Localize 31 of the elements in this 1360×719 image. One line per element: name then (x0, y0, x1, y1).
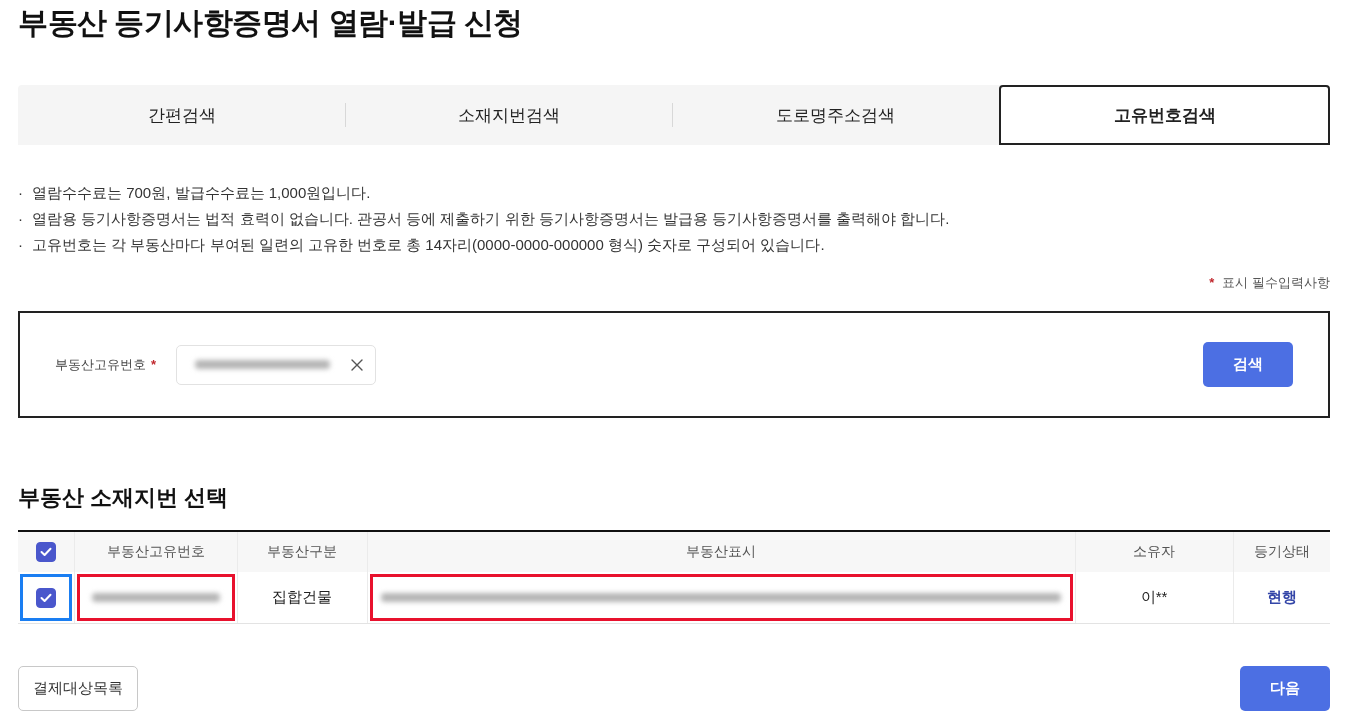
table-cell: 집합건물 (237, 572, 367, 624)
status-link[interactable]: 현행 (1266, 588, 1297, 605)
select-all-checkbox[interactable] (35, 542, 56, 562)
required-mark: * (1209, 274, 1215, 292)
check-icon (39, 592, 52, 603)
payment-list-button[interactable]: 결제대상목록 (18, 666, 138, 711)
legend-text: 표시 필수입력사항 (1222, 274, 1330, 292)
note-text: 고유번호는 각 부동산마다 부여된 일련의 고유한 번호로 총 14자리(0000-0000-000000 형식) 숫자로 구성되어 있습니다. (32, 235, 825, 255)
table-cell: 이** (1075, 572, 1233, 624)
bullet-mark: · (18, 235, 24, 255)
input-field[interactable] (176, 344, 377, 385)
bullet-mark: · (18, 209, 24, 229)
next-button[interactable]: 다음 (1240, 666, 1330, 711)
tab[interactable]: 고유번호검색 (999, 85, 1330, 145)
search-button[interactable]: 검색 (1203, 342, 1293, 387)
checkbox[interactable] (35, 587, 56, 608)
column-header: 부동산고유번호 (74, 531, 237, 572)
clear-icon[interactable] (351, 358, 364, 371)
page-title: 부동산 등기사항증명서 열람·발급 신청 (18, 5, 524, 41)
field-label: 부동산고유번호 (55, 355, 146, 374)
column-header: 부동산구분 (237, 531, 367, 572)
bullet-mark: · (18, 183, 24, 203)
column-header: 부동산표시 (367, 531, 1075, 572)
section-title: 부동산 소재지번 선택 (18, 484, 230, 512)
required-mark: * (151, 357, 157, 372)
note-text: 열람수수료는 700원, 발급수수료는 1,000원입니다. (32, 183, 371, 203)
tab[interactable]: 간편검색 (18, 85, 345, 145)
check-icon (39, 547, 52, 557)
column-header: 소유자 (1075, 531, 1233, 572)
column-header: 등기상태 (1233, 531, 1330, 572)
note-text: 열람용 등기사항증명서는 법적 효력이 없습니다. 관공서 등에 제출하기 위한 등기사항증명서는 발급용 등기사항증명서를 출력해야 합니다. (32, 209, 950, 229)
